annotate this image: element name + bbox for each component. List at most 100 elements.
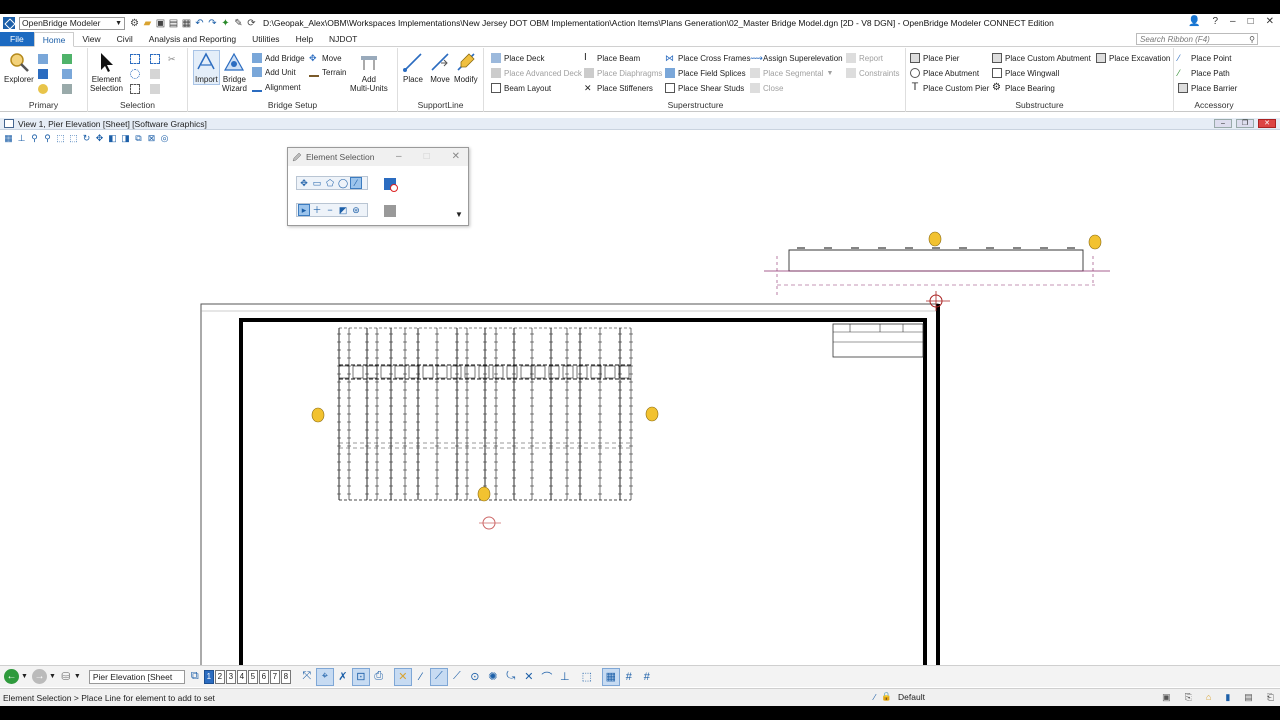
window-area-icon[interactable]: ⬚ xyxy=(55,133,66,144)
view-number-1[interactable]: 1 xyxy=(203,669,214,684)
attributes-icon[interactable] xyxy=(38,54,48,64)
messages-icon[interactable]: ▤ xyxy=(1244,692,1253,703)
tab-view[interactable]: View xyxy=(74,32,108,46)
view-lock-icon[interactable]: ⊥ xyxy=(16,133,27,144)
snap-toggle-icon[interactable]: ✗ xyxy=(335,669,351,685)
bridge-wizard-button[interactable]: Bridge Wizard xyxy=(222,51,247,93)
place-stiffeners-button[interactable]: ✕ Place Stiffeners xyxy=(584,82,653,94)
place-segmental-button[interactable]: Place Segmental ▼ xyxy=(750,67,833,79)
place-diaphragms-button[interactable]: Place Diaphragms xyxy=(584,67,662,79)
individual-method-icon[interactable]: ✥ xyxy=(299,178,309,188)
pan-view-icon[interactable]: ✥ xyxy=(94,133,105,144)
view-display-icon[interactable]: ◎ xyxy=(159,133,170,144)
print-icon[interactable]: ▦ xyxy=(181,18,192,29)
select-block-icon[interactable] xyxy=(130,84,140,94)
supportline-move-button[interactable]: Move xyxy=(429,51,451,84)
view-number-2[interactable]: 2 xyxy=(214,669,225,684)
keypoint-snap-icon[interactable]: ⊙ xyxy=(467,669,483,685)
place-beam-button[interactable]: I Place Beam xyxy=(584,52,640,64)
copy-icon[interactable] xyxy=(150,69,160,79)
save-icon[interactable]: ▣ xyxy=(155,18,166,29)
grid-icon[interactable]: ▦ xyxy=(601,667,620,686)
view-minimize-icon[interactable]: – xyxy=(1214,119,1232,128)
place-abutment-button[interactable]: Place Abutment xyxy=(910,67,979,79)
tangent-snap-icon[interactable]: ⤿ xyxy=(503,669,519,685)
tab-njdot[interactable]: NJDOT xyxy=(321,32,365,46)
paste-icon[interactable] xyxy=(150,84,160,94)
model-type-icon[interactable]: ⛁ xyxy=(58,669,74,685)
add-mode-icon[interactable]: ＋ xyxy=(312,205,322,215)
zoom-out-icon[interactable]: ⚲ xyxy=(42,133,53,144)
element-selection-dialog[interactable]: Element Selection – □ ✕ ✥ ▭ ⬠ ◯ ⁄ ▸ ＋ − … xyxy=(287,147,469,226)
add-multi-units-button[interactable]: Add Multi-Units xyxy=(350,51,388,93)
rotate-view-icon[interactable]: ↻ xyxy=(81,133,92,144)
origin-snap-icon[interactable]: ⊥ xyxy=(557,669,573,685)
intersection-snap-icon[interactable]: ✕ xyxy=(521,669,537,685)
block-method-icon[interactable]: ▭ xyxy=(312,178,322,188)
copy-view-icon[interactable]: ⧉ xyxy=(133,133,144,144)
place-point-button[interactable]: ⁄ Place Point xyxy=(1178,52,1231,64)
save-settings-icon[interactable]: ▤ xyxy=(168,18,179,29)
group-icon[interactable] xyxy=(150,54,160,64)
settings-icon[interactable]: ⚙ xyxy=(129,18,140,29)
tab-civil[interactable]: Civil xyxy=(109,32,141,46)
open-folder-icon[interactable]: ▰ xyxy=(142,18,153,29)
levels-icon[interactable] xyxy=(38,84,48,94)
tab-utilities[interactable]: Utilities xyxy=(244,32,287,46)
view-attributes-icon[interactable]: ▦ xyxy=(3,133,14,144)
grid-lock-icon[interactable]: # xyxy=(621,669,637,685)
place-shear-studs-button[interactable]: Place Shear Studs xyxy=(665,82,744,94)
drawing-svg[interactable] xyxy=(0,146,1280,692)
supportline-modify-button[interactable]: Modify xyxy=(454,51,478,84)
shape-method-icon[interactable]: ⬠ xyxy=(325,178,335,188)
place-wingwall-button[interactable]: Place Wingwall xyxy=(992,67,1059,79)
place-excavation-button[interactable]: Place Excavation xyxy=(1096,52,1170,64)
import-button[interactable]: Import xyxy=(193,50,220,85)
sync-icon[interactable]: ⟳ xyxy=(246,18,257,29)
notifications-icon[interactable]: ⎗ xyxy=(1267,692,1274,703)
close-button[interactable]: Close xyxy=(750,82,783,94)
supportline-place-button[interactable]: Place xyxy=(402,51,424,84)
place-field-splices-button[interactable]: Place Field Splices xyxy=(665,67,746,79)
references-icon[interactable] xyxy=(62,54,72,64)
select-all-mode-icon[interactable]: ⊛ xyxy=(351,205,361,215)
model-select[interactable]: Pier Elevation [Sheet xyxy=(88,669,185,684)
assign-superelevation-button[interactable]: ⟿ Assign Superelevation xyxy=(750,52,843,64)
view-number-6[interactable]: 6 xyxy=(258,669,269,684)
center-snap-icon[interactable]: ✺ xyxy=(485,669,501,685)
chevron-down-icon[interactable]: ▼ xyxy=(21,673,28,680)
view-number-3[interactable]: 3 xyxy=(225,669,236,684)
ribbon-search-input[interactable]: Search Ribbon (F4) ⚲ xyxy=(1136,33,1258,45)
locks-icon[interactable]: ⊡ xyxy=(351,667,370,686)
help-icon[interactable]: ? xyxy=(1212,16,1218,27)
home-icon[interactable]: ⌂ xyxy=(1206,692,1211,703)
tab-help[interactable]: Help xyxy=(288,32,321,46)
tab-file[interactable]: File xyxy=(0,32,34,46)
explorer-button[interactable]: Explorer xyxy=(4,51,34,84)
minimize-icon[interactable]: – xyxy=(1230,16,1236,27)
lock-icon[interactable]: 🔒 xyxy=(881,691,892,702)
properties-icon[interactable] xyxy=(62,84,72,94)
terrain-button[interactable]: Terrain xyxy=(309,66,346,78)
place-custom-pier-button[interactable]: Ｔ Place Custom Pier xyxy=(910,82,989,94)
view-close-icon[interactable]: ✕ xyxy=(1258,119,1276,128)
dialog-close-icon[interactable]: ✕ xyxy=(452,151,460,162)
views-icon[interactable]: ⧉ xyxy=(187,669,203,685)
drawing-canvas[interactable] xyxy=(0,146,1280,692)
view-previous-icon[interactable]: ◧ xyxy=(107,133,118,144)
design-history-icon[interactable]: ⎘ xyxy=(1185,692,1192,703)
view-next-icon[interactable]: ◨ xyxy=(120,133,131,144)
tab-home[interactable]: Home xyxy=(33,32,75,47)
circle-method-icon[interactable]: ◯ xyxy=(338,178,348,188)
back-icon[interactable]: ← xyxy=(4,669,19,684)
place-deck-button[interactable]: Place Deck xyxy=(491,52,544,64)
add-unit-button[interactable]: Add Unit xyxy=(252,66,296,78)
select-all-icon[interactable] xyxy=(130,54,140,64)
forward-icon[interactable]: → xyxy=(31,669,47,684)
grid-display-icon[interactable]: # xyxy=(639,669,655,685)
bridge-move-button[interactable]: ✥ Move xyxy=(309,52,342,64)
alignment-button[interactable]: Alignment xyxy=(252,81,301,93)
dialog-minimize-icon[interactable]: – xyxy=(396,151,402,162)
line-method-icon[interactable]: ⁄ xyxy=(350,177,362,189)
accudraw-icon[interactable]: ⌖ xyxy=(315,667,334,686)
